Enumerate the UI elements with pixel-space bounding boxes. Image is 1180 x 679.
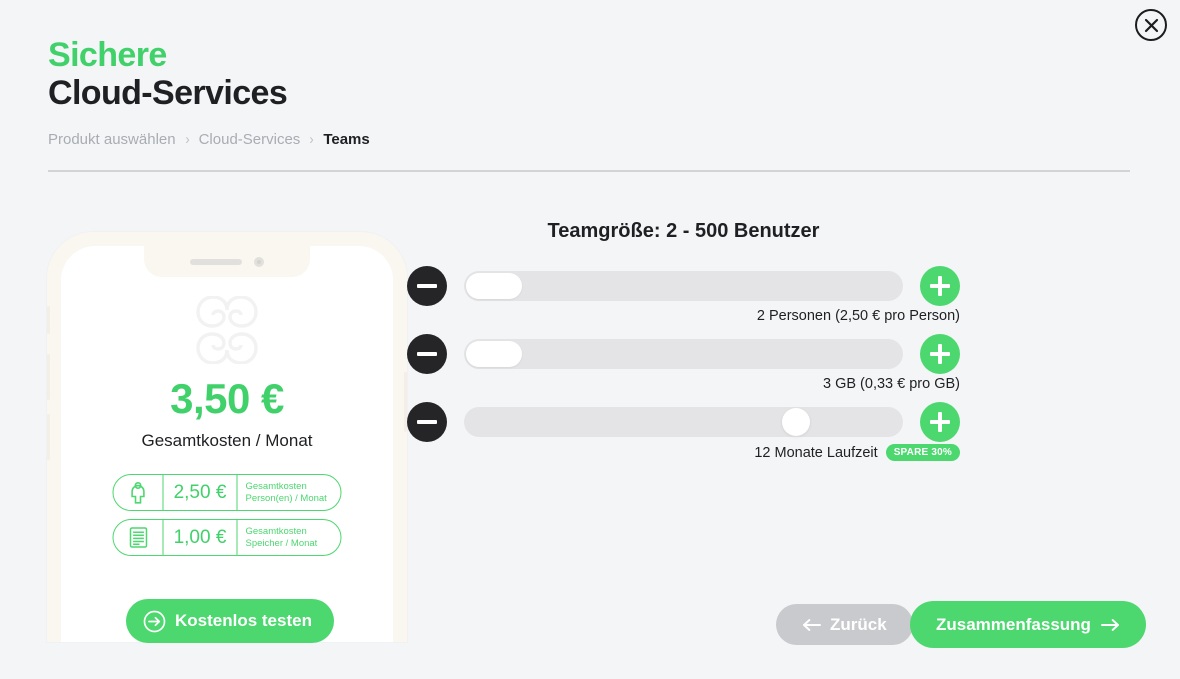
breadcrumb-item-product[interactable]: Produkt auswählen xyxy=(48,131,176,148)
cost-desc-person: Gesamtkosten Person(en) / Monat xyxy=(238,475,341,510)
save-badge: SPARE 30% xyxy=(885,444,960,461)
total-price: 3,50 € xyxy=(170,375,284,422)
storage-slider-handle[interactable] xyxy=(466,341,522,367)
increment-term-button[interactable] xyxy=(920,402,960,442)
free-trial-button-label: Kostenlos testen xyxy=(175,611,312,630)
users-slider-caption-text: 2 Personen (2,50 € pro Person) xyxy=(756,308,960,324)
back-button[interactable]: Zurück xyxy=(776,604,913,645)
slider-row-storage: 3 GB (0,33 € pro GB) xyxy=(407,334,960,392)
page-title-line1: Sichere xyxy=(48,36,167,74)
increment-storage-button[interactable] xyxy=(920,334,960,374)
cost-breakdown-row-storage: 1,00 € Gesamtkosten Speicher / Monat xyxy=(112,519,342,556)
phone-camera-icon xyxy=(254,256,264,267)
term-slider-caption-text: 12 Monate Laufzeit xyxy=(754,444,878,461)
storage-slider-caption: 3 GB (0,33 € pro GB) xyxy=(823,376,960,392)
close-icon xyxy=(1144,18,1158,32)
slider-row-term: 12 Monate Laufzeit SPARE 30% xyxy=(407,402,960,461)
cost-breakdown-row-person: 2,50 € Gesamtkosten Person(en) / Monat xyxy=(112,474,342,511)
phone-mockup: 3,50 € Gesamtkosten / Monat 2,50 € Gesam… xyxy=(47,232,407,642)
cost-desc-person-line1: Gesamtkosten xyxy=(245,480,307,492)
plus-icon xyxy=(937,412,943,432)
increment-users-button[interactable] xyxy=(920,266,960,306)
phone-side-button xyxy=(47,354,50,400)
plus-icon xyxy=(937,344,943,364)
storage-slider-track[interactable] xyxy=(464,339,903,369)
phone-notch xyxy=(144,246,310,277)
decrement-term-button[interactable] xyxy=(407,402,447,442)
page-title: Sichere Cloud-Services xyxy=(48,36,288,112)
decrement-storage-button[interactable] xyxy=(407,334,447,374)
header-divider xyxy=(48,170,1130,172)
summary-button-label: Zusammenfassung xyxy=(936,614,1091,634)
arrow-right-icon xyxy=(1100,618,1119,631)
cost-desc-person-line2: Person(en) / Monat xyxy=(245,492,327,504)
close-button[interactable] xyxy=(1135,9,1167,41)
breadcrumb-item-cloud-services[interactable]: Cloud-Services xyxy=(199,131,301,148)
back-button-label: Zurück xyxy=(830,614,887,634)
pricing-configurator-page: Sichere Cloud-Services Produkt auswählen… xyxy=(0,0,1180,679)
term-slider-caption: 12 Monate Laufzeit SPARE 30% xyxy=(754,444,960,461)
breadcrumb-item-teams[interactable]: Teams xyxy=(323,131,369,148)
storage-slider-caption-text: 3 GB (0,33 € pro GB) xyxy=(822,376,960,392)
person-icon xyxy=(114,475,164,510)
clover-knot-logo-icon xyxy=(196,296,258,364)
minus-icon xyxy=(417,283,437,289)
cost-desc-storage-line1: Gesamtkosten xyxy=(245,525,307,537)
arrow-right-circle-icon xyxy=(143,610,166,632)
users-slider-caption: 2 Personen (2,50 € pro Person) xyxy=(757,308,960,324)
minus-icon xyxy=(417,419,437,425)
breadcrumb: Produkt auswählen › Cloud-Services › Tea… xyxy=(48,131,370,148)
cost-amount-storage: 1,00 € xyxy=(164,520,238,555)
storage-server-icon xyxy=(114,520,164,555)
term-slider-handle[interactable] xyxy=(782,408,811,436)
slider-row-users: 2 Personen (2,50 € pro Person) xyxy=(407,266,960,324)
cost-desc-storage: Gesamtkosten Speicher / Monat xyxy=(238,520,341,555)
cost-desc-storage-line2: Speicher / Monat xyxy=(245,537,318,549)
total-price-label: Gesamtkosten / Monat xyxy=(141,431,313,450)
summary-button[interactable]: Zusammenfassung xyxy=(910,601,1146,648)
users-slider-track[interactable] xyxy=(464,271,903,301)
free-trial-button[interactable]: Kostenlos testen xyxy=(126,599,334,643)
page-title-line2: Cloud-Services xyxy=(48,74,288,112)
plus-icon xyxy=(937,276,943,296)
phone-side-button xyxy=(47,414,50,460)
chevron-right-icon: › xyxy=(184,131,190,148)
cost-amount-person: 2,50 € xyxy=(164,475,238,510)
chevron-right-icon: › xyxy=(309,131,314,148)
decrement-users-button[interactable] xyxy=(407,266,447,306)
arrow-left-icon xyxy=(803,618,821,631)
phone-side-button xyxy=(47,306,50,334)
phone-screen: 3,50 € Gesamtkosten / Monat 2,50 € Gesam… xyxy=(61,246,393,642)
users-slider-handle[interactable] xyxy=(466,273,522,299)
minus-icon xyxy=(417,351,437,357)
term-slider-track[interactable] xyxy=(464,407,903,437)
team-size-title: Teamgröße: 2 - 500 Benutzer xyxy=(547,220,820,242)
phone-speaker xyxy=(190,258,242,265)
